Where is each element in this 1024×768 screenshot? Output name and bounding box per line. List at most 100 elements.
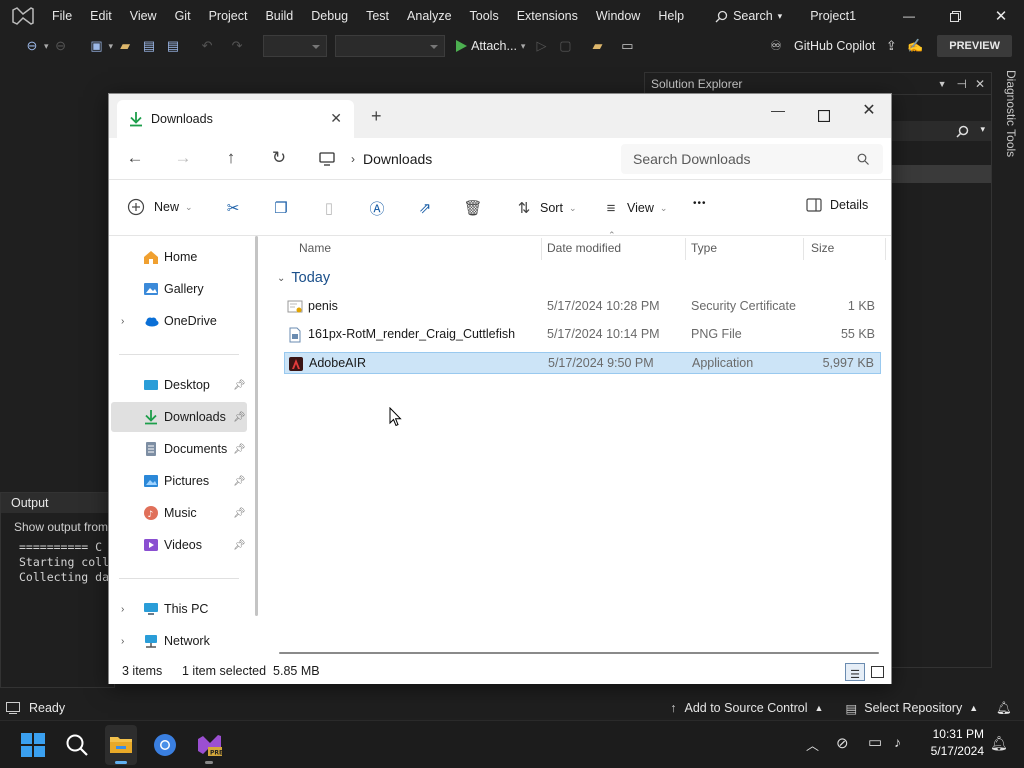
folder-view-icon[interactable]: ▰ [587,36,607,56]
sidebar-item-this-pc[interactable]: › This PC [111,594,247,624]
clock[interactable]: 10:31 PM 5/17/2024 [918,727,984,758]
windows-start-icon[interactable] [21,733,45,757]
solution-search-input[interactable]: ▾ [891,121,991,141]
notification-bell-icon[interactable]: 🔔︎ [996,701,1012,716]
menu-tools[interactable]: Tools [461,0,508,32]
search-downloads-input[interactable]: Search Downloads [621,144,883,174]
select-repository-button[interactable]: Select Repository [864,701,962,715]
vs-minimize-button[interactable]: — [886,0,932,32]
delete-button[interactable]: 🗑︎ [463,198,483,218]
cut-button[interactable]: ✂ [223,198,243,218]
address-bar[interactable]: › Downloads [319,145,609,173]
new-project-icon[interactable]: ▣ [87,36,107,56]
file-row-selected[interactable]: AdobeAIR 5/17/2024 9:50 PM Application 5… [284,352,881,374]
pin-icon[interactable]: 📌︎ [233,508,246,519]
menu-view[interactable]: View [121,0,166,32]
tiles-view-button[interactable] [867,663,887,681]
add-to-source-control-button[interactable]: Add to Source Control [685,701,808,715]
details-pane-button[interactable]: Details [806,198,868,212]
chevron-right-icon[interactable]: › [121,316,124,327]
minimize-button[interactable]: — [763,102,793,118]
column-header-size[interactable]: Size [811,241,834,255]
column-header-type[interactable]: Type [691,241,717,255]
save-icon[interactable]: ▤ [139,36,159,56]
column-separator[interactable] [541,238,542,260]
notification-bell-icon[interactable]: 🔔︎ [990,735,1008,752]
share-button[interactable]: ⇗ [415,198,435,218]
view-button[interactable]: ≡ View ⌄ [601,198,668,218]
explorer-tab-downloads[interactable]: Downloads ✕ [117,100,354,138]
feedback-icon[interactable]: ✍ [905,36,925,56]
chevron-right-icon[interactable]: › [121,604,124,615]
chevron-down-icon[interactable]: ▾ [109,41,114,52]
file-explorer-taskbar-button[interactable] [105,725,137,765]
chevron-up-icon[interactable]: ▲ [969,703,978,713]
rename-button[interactable]: Ⓐ [367,198,387,218]
close-icon[interactable]: ✕ [975,77,985,91]
new-tab-plus-icon[interactable]: + [371,106,382,127]
sidebar-scrollbar[interactable] [255,236,258,616]
visual-studio-taskbar-button[interactable]: PRE [192,725,226,765]
sidebar-item-videos[interactable]: Videos 📌︎ [111,530,247,560]
menu-debug[interactable]: Debug [302,0,357,32]
forward-nav-icon[interactable]: ⊖ [51,36,71,56]
menu-test[interactable]: Test [357,0,398,32]
network-off-icon[interactable]: ⊘ [836,734,849,752]
refresh-icon[interactable]: ↻ [267,148,291,168]
output-title[interactable]: Output [1,493,114,513]
menu-project[interactable]: Project [200,0,257,32]
chevron-right-icon[interactable]: › [121,636,124,647]
close-button[interactable]: ✕ [854,100,884,120]
copilot-button[interactable]: GitHub Copilot [794,39,875,53]
pin-icon[interactable]: 📌︎ [233,444,246,455]
pin-icon[interactable]: 📌︎ [233,540,246,551]
sidebar-item-downloads[interactable]: Downloads 📌︎ [111,402,247,432]
back-nav-icon[interactable]: ⊖ [22,36,42,56]
new-button[interactable]: New ⌄ [127,198,193,216]
more-options-button[interactable]: ••• [693,198,707,209]
sidebar-item-onedrive[interactable]: › OneDrive [111,306,247,336]
layout-icon[interactable]: ▭ [617,36,637,56]
menu-git[interactable]: Git [166,0,200,32]
pin-icon[interactable]: ⊣ [956,77,966,91]
vs-restore-button[interactable] [932,0,978,32]
display-icon[interactable]: ▭ [868,733,882,751]
pin-icon[interactable]: 📌︎ [233,476,246,487]
volume-muted-icon[interactable]: ♪ [894,734,901,750]
sidebar-item-desktop[interactable]: Desktop 📌︎ [111,370,247,400]
menu-extensions[interactable]: Extensions [508,0,587,32]
chevron-down-icon[interactable]: ▾ [521,41,526,52]
platform-dropdown[interactable] [335,35,446,57]
configuration-dropdown[interactable] [263,35,328,57]
chevron-down-icon[interactable]: ▾ [44,41,49,52]
maximize-button[interactable] [818,110,830,122]
menu-edit[interactable]: Edit [81,0,121,32]
menu-window[interactable]: Window [587,0,649,32]
hot-reload-icon[interactable]: ▢ [555,36,575,56]
vs-search-button[interactable]: Search ▾ [707,9,790,23]
play-icon[interactable] [455,40,468,52]
sidebar-item-music[interactable]: ♪ Music 📌︎ [111,498,247,528]
column-header-name[interactable]: Name [299,241,331,255]
close-tab-icon[interactable]: ✕ [330,110,342,127]
chevron-down-icon[interactable]: ▼ [938,79,947,89]
solution-tree-row[interactable] [891,165,991,183]
sidebar-item-gallery[interactable]: Gallery [111,274,247,304]
chrome-icon[interactable] [153,733,177,757]
column-header-date-modified[interactable]: Date modified [547,241,621,255]
preview-badge[interactable]: PREVIEW [937,35,1012,57]
menu-help[interactable]: Help [649,0,693,32]
details-view-button[interactable]: ☰ [845,663,865,681]
diagnostic-tools-tab[interactable]: Diagnostic Tools [998,70,1018,170]
sidebar-item-network[interactable]: › Network [111,626,247,656]
step-icon[interactable]: ▷ [531,36,551,56]
file-row[interactable]: penis 5/17/2024 10:28 PM Security Certif… [284,296,881,318]
open-folder-icon[interactable]: ▰ [115,36,135,56]
forward-arrow-icon[interactable]: → [171,148,195,168]
share-icon[interactable]: ⇪ [881,36,901,56]
horizontal-scrollbar[interactable] [279,652,879,654]
menu-analyze[interactable]: Analyze [398,0,460,32]
search-icon[interactable] [65,733,89,757]
copy-button[interactable]: ❐ [271,198,291,218]
pin-icon[interactable]: 📌︎ [233,412,246,423]
